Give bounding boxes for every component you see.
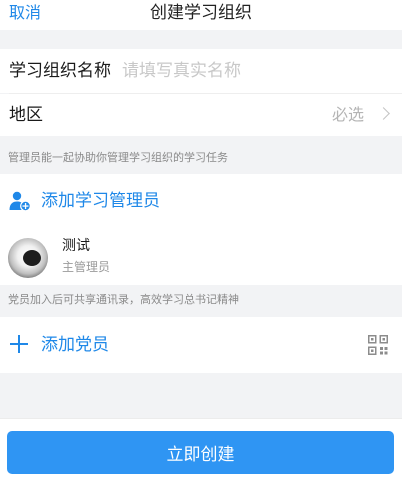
admin-hint-text: 管理员能一起协助你管理学习组织的学习任务 bbox=[8, 151, 228, 164]
avatar bbox=[8, 238, 48, 278]
add-admin-label: 添加学习管理员 bbox=[41, 191, 160, 211]
user-add-icon bbox=[9, 191, 31, 212]
region-label: 地区 bbox=[9, 105, 43, 125]
create-now-button[interactable]: 立即创建 bbox=[7, 431, 394, 474]
region-value: 必选 bbox=[331, 105, 364, 124]
top-nav-bar: 取消 创建学习组织 bbox=[0, 0, 402, 30]
admin-role: 主管理员 bbox=[62, 260, 111, 274]
org-name-label: 学习组织名称 bbox=[9, 61, 111, 81]
admin-name: 测试 bbox=[62, 238, 90, 254]
plus-icon bbox=[10, 335, 28, 353]
org-name-input[interactable] bbox=[122, 59, 382, 83]
add-member-label: 添加党员 bbox=[41, 335, 109, 355]
page-title: 创建学习组织 bbox=[150, 3, 252, 23]
admin-list-item[interactable]: 测试 主管理员 bbox=[0, 229, 402, 285]
region-row[interactable]: 地区 必选 bbox=[0, 94, 402, 136]
chevron-right-icon bbox=[377, 107, 390, 120]
qr-code-icon[interactable] bbox=[368, 335, 388, 355]
add-member-row[interactable]: 添加党员 bbox=[0, 317, 402, 373]
org-name-row: 学习组织名称 bbox=[0, 49, 402, 93]
member-hint-text: 党员加入后可共享通讯录，高效学习总书记精神 bbox=[8, 293, 239, 306]
add-admin-button[interactable]: 添加学习管理员 bbox=[0, 174, 402, 229]
footer-bar: 立即创建 bbox=[0, 418, 402, 482]
